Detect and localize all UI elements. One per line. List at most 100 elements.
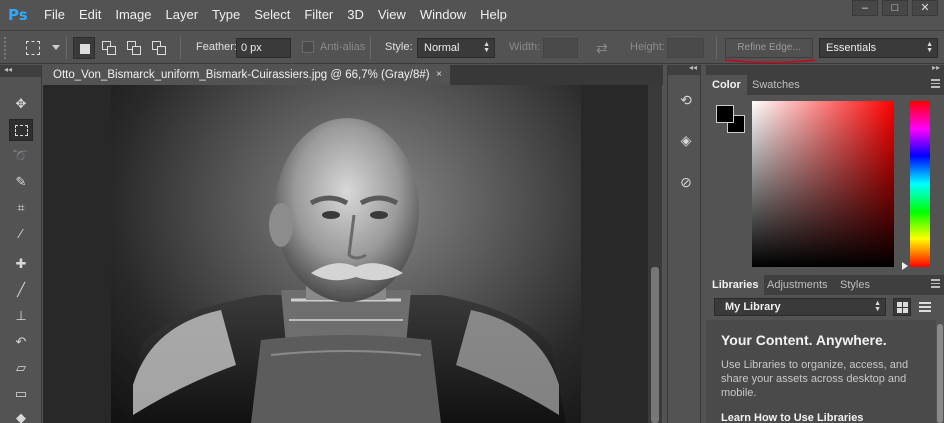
tool-preset-picker[interactable] [24, 39, 60, 57]
add-selection-button[interactable] [98, 37, 120, 59]
feather-label: Feather: [196, 41, 237, 53]
document-title: Otto_Von_Bismarck_uniform_Bismark-Cuiras… [53, 69, 430, 81]
libraries-description: Use Libraries to organize, access, and s… [721, 359, 909, 399]
menu-help[interactable]: Help [480, 0, 507, 30]
color-field[interactable] [752, 101, 894, 267]
hue-slider[interactable] [910, 101, 930, 267]
tab-swatches[interactable]: Swatches [746, 75, 806, 95]
subtract-selection-button[interactable] [123, 37, 145, 59]
history-brush-icon[interactable]: ↶ [9, 331, 33, 353]
properties-icon[interactable]: ⊘ [675, 171, 697, 193]
window-controls: – □ ✕ [852, 0, 938, 16]
menu-select[interactable]: Select [254, 0, 290, 30]
canvas-area[interactable] [43, 85, 648, 423]
scrollbar-thumb[interactable] [651, 267, 659, 423]
workspace-value: Essentials [826, 42, 877, 54]
menu-window[interactable]: Window [420, 0, 466, 30]
list-view-icon[interactable] [916, 298, 934, 316]
menu-layer[interactable]: Layer [166, 0, 199, 30]
expand-icon[interactable]: ◂◂ [689, 63, 697, 72]
portrait-photo [131, 118, 566, 423]
grid-view-icon[interactable] [893, 298, 911, 316]
move-icon[interactable]: ✥ [9, 93, 33, 115]
learn-libraries-link[interactable]: Learn How to Use Libraries [721, 412, 863, 423]
lasso-icon[interactable]: ➰ [9, 145, 33, 167]
gradient-icon[interactable]: ▭ [9, 383, 33, 405]
libraries-scrollbar[interactable] [936, 320, 944, 423]
close-tab-icon[interactable]: × [436, 65, 442, 85]
menu-type[interactable]: Type [212, 0, 240, 30]
tab-styles[interactable]: Styles [834, 275, 876, 295]
foreground-color-swatch[interactable] [716, 105, 734, 123]
style-label: Style: [385, 41, 413, 53]
separator [716, 37, 717, 59]
options-grip[interactable] [4, 37, 10, 59]
new-selection-button[interactable] [73, 37, 95, 59]
maximize-button[interactable]: □ [882, 0, 908, 16]
eyedropper-icon[interactable]: ⁄ [9, 223, 33, 245]
style-select[interactable]: Normal ▲ ▼ [417, 38, 495, 58]
tab-color[interactable]: Color [706, 75, 747, 95]
workspace-select[interactable]: Essentials ▲ ▼ [819, 38, 938, 58]
height-label: Height: [630, 41, 665, 53]
collapse-icon[interactable]: ◂◂ [4, 65, 12, 74]
close-button[interactable]: ✕ [912, 0, 938, 16]
separator [180, 37, 181, 59]
collapsed-panels-strip: ◂◂ ⟲ ◈ ⊘ [667, 63, 701, 423]
scrollbar-thumb[interactable] [937, 324, 943, 423]
options-bar: Feather: 0 px Anti-alias Style: Normal ▲… [0, 30, 944, 64]
new-selection-icon [80, 44, 90, 54]
menu-file[interactable]: File [44, 0, 65, 30]
canvas-vertical-scrollbar[interactable] [648, 85, 662, 423]
panel-menu-icon[interactable] [931, 279, 940, 288]
separator [370, 37, 371, 59]
libraries-panel: My Library ▲ ▼ Your Content. Anywhere. Us… [706, 296, 944, 423]
chevron-down-icon [52, 45, 60, 50]
hue-slider-handle[interactable] [902, 262, 908, 270]
intersect-selection-button[interactable] [148, 37, 170, 59]
menu-3d[interactable]: 3D [347, 0, 364, 30]
menu-edit[interactable]: Edit [79, 0, 101, 30]
libraries-panel-tabs: Libraries Adjustments Styles [706, 275, 944, 295]
history-icon[interactable]: ⟲ [675, 89, 697, 111]
red-underline-annotation [724, 59, 816, 64]
feather-input[interactable]: 0 px [236, 38, 291, 58]
antialias-checkbox[interactable] [302, 41, 314, 53]
right-panels-header[interactable]: ▸▸ [706, 63, 944, 75]
libraries-heading: Your Content. Anywhere. [721, 332, 887, 348]
document-tab[interactable]: Otto_Von_Bismarck_uniform_Bismark-Cuiras… [43, 65, 451, 85]
antialias-label: Anti-alias [320, 41, 366, 53]
swap-icon[interactable]: ⇄ [596, 40, 608, 57]
collapse-icon[interactable]: ▸▸ [932, 63, 940, 72]
menu-view[interactable]: View [378, 0, 406, 30]
tools-panel-header[interactable]: ◂◂ [0, 65, 41, 77]
blur-icon[interactable]: ◆ [9, 407, 33, 423]
style-value: Normal [424, 42, 460, 54]
clone-stamp-icon[interactable]: ⊥ [9, 305, 33, 327]
3d-icon[interactable]: ◈ [675, 129, 697, 151]
marquee-icon[interactable] [9, 119, 33, 141]
tab-libraries[interactable]: Libraries [706, 275, 765, 295]
library-select[interactable]: My Library ▲ ▼ [714, 298, 886, 316]
document-image[interactable] [111, 85, 581, 423]
menu-image[interactable]: Image [115, 0, 151, 30]
library-select-value: My Library [725, 301, 781, 313]
quick-selection-icon[interactable]: ✎ [9, 171, 33, 193]
refine-edge-button[interactable]: Refine Edge... [725, 38, 813, 58]
tools-panel: ◂◂ ✥ ➰ ✎ ⌗ ⁄ ✚ ╱ ⊥ ↶ ▱ ▭ ◆ [0, 65, 42, 423]
updown-icon: ▲ ▼ [483, 41, 490, 54]
collapsed-panels-header[interactable]: ◂◂ [668, 63, 700, 75]
tab-adjustments[interactable]: Adjustments [761, 275, 834, 295]
height-input[interactable] [667, 38, 704, 58]
photoshop-window: Ps File Edit Image Layer Type Select Fil… [0, 0, 944, 423]
panel-menu-icon[interactable] [931, 79, 940, 88]
crop-icon[interactable]: ⌗ [9, 197, 33, 219]
color-panel-tabs: Color Swatches [706, 75, 944, 95]
marquee-preset-icon [26, 41, 40, 55]
eraser-icon[interactable]: ▱ [9, 357, 33, 379]
width-input[interactable] [543, 38, 578, 58]
brush-icon[interactable]: ╱ [9, 279, 33, 301]
healing-brush-icon[interactable]: ✚ [9, 253, 33, 275]
minimize-button[interactable]: – [852, 0, 878, 16]
menu-filter[interactable]: Filter [304, 0, 333, 30]
